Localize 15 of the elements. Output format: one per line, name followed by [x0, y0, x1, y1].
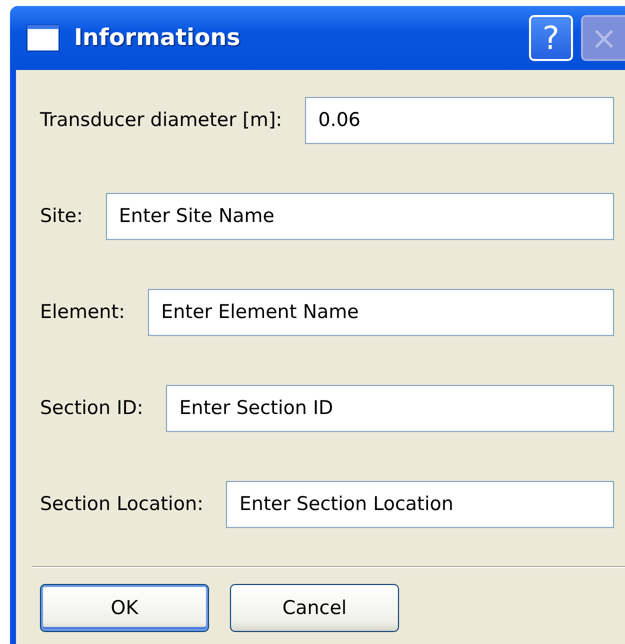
- ok-button[interactable]: OK: [40, 584, 209, 632]
- help-button[interactable]: ?: [529, 15, 573, 61]
- window-title: Informations: [74, 25, 242, 51]
- field-label: Section Location:: [40, 493, 204, 515]
- window-icon: [26, 24, 60, 52]
- field-label: Transducer diameter [m]:: [40, 109, 282, 131]
- input-field[interactable]: Enter Site Name: [106, 192, 614, 240]
- input-field[interactable]: Enter Section Location: [226, 480, 614, 528]
- input-field[interactable]: Enter Section ID: [166, 384, 614, 432]
- field-label: Section ID:: [40, 397, 144, 419]
- field-label: Site:: [40, 205, 83, 227]
- field-label: Element:: [40, 301, 126, 323]
- input-field[interactable]: 0.06: [305, 96, 614, 144]
- input-field[interactable]: Enter Element Name: [148, 288, 614, 336]
- cancel-button[interactable]: Cancel: [230, 584, 399, 632]
